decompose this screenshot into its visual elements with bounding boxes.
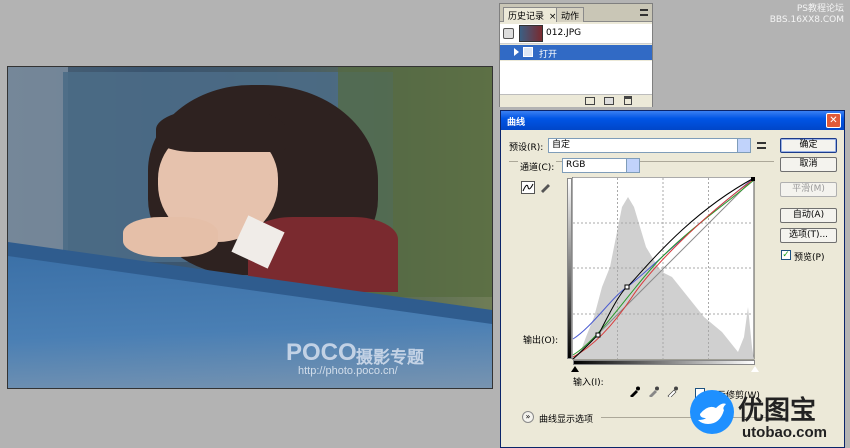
curve-point-tool-icon[interactable] bbox=[521, 181, 535, 194]
snapshot-thumbnail bbox=[519, 25, 543, 42]
black-point-slider[interactable] bbox=[571, 366, 579, 372]
preview-label: 预览(P) bbox=[794, 253, 825, 263]
history-panel: 历史记录 × 动作 012.JPG 打开 bbox=[499, 3, 653, 107]
logo-sub: utobao.com bbox=[742, 424, 827, 441]
ok-button[interactable]: 确定 bbox=[780, 138, 837, 153]
cancel-button[interactable]: 取消 bbox=[780, 157, 837, 172]
chevron-down-icon[interactable] bbox=[737, 139, 750, 152]
bg-sky bbox=[8, 67, 68, 267]
chevron-down-icon[interactable] bbox=[626, 159, 639, 172]
watermark-line1: PS教程论坛 bbox=[796, 4, 844, 14]
watermark-line2: BBS.16XX8.COM bbox=[769, 15, 844, 25]
poco-url: http://photo.poco.cn/ bbox=[298, 365, 398, 377]
history-tabs: 历史记录 × 动作 bbox=[500, 4, 652, 22]
expand-chevron-icon[interactable]: » bbox=[522, 411, 534, 423]
bangs bbox=[156, 107, 286, 152]
dialog-title: 曲线 bbox=[507, 118, 526, 128]
tab-actions-label: 动作 bbox=[561, 12, 580, 22]
white-point-slider[interactable] bbox=[751, 366, 759, 372]
output-gradient-bar bbox=[567, 178, 572, 359]
smooth-button[interactable]: 平滑(M) bbox=[780, 182, 837, 197]
tab-history[interactable]: 历史记录 × bbox=[503, 7, 562, 22]
input-label: 输入(I): bbox=[573, 378, 604, 388]
hands bbox=[123, 217, 218, 257]
tab-history-label: 历史记录 bbox=[508, 12, 545, 22]
preset-select[interactable]: 自定 bbox=[548, 138, 751, 153]
new-document-from-state-icon[interactable] bbox=[585, 97, 595, 105]
close-button[interactable]: ✕ bbox=[826, 113, 841, 128]
create-snapshot-icon[interactable] bbox=[604, 97, 614, 105]
auto-button[interactable]: 自动(A) bbox=[780, 208, 837, 223]
history-list-empty bbox=[500, 61, 652, 94]
channel-select[interactable]: RGB bbox=[562, 158, 640, 173]
pencil-icon[interactable] bbox=[539, 181, 551, 193]
preset-options-icon[interactable] bbox=[757, 142, 766, 149]
history-snapshot-row[interactable]: 012.JPG bbox=[500, 24, 652, 44]
channel-value: RGB bbox=[566, 160, 586, 170]
tab-actions[interactable]: 动作 bbox=[556, 7, 585, 22]
logo-text: 优图宝 bbox=[738, 396, 817, 426]
options-button[interactable]: 选项(T)... bbox=[780, 228, 837, 243]
open-step-icon bbox=[523, 47, 533, 57]
poco-logo: POCO bbox=[286, 339, 357, 366]
utobao-logo: 优图宝 utobao.com bbox=[690, 388, 850, 448]
snapshot-source-icon[interactable] bbox=[503, 28, 514, 39]
history-step-row[interactable]: 打开 bbox=[500, 45, 652, 60]
input-gradient-bar bbox=[573, 360, 755, 365]
preset-label: 预设(R): bbox=[509, 143, 544, 153]
white-eyedropper-icon[interactable] bbox=[667, 386, 678, 399]
panel-menu-icon[interactable] bbox=[640, 9, 648, 16]
preset-value: 自定 bbox=[552, 140, 571, 150]
curve-graph[interactable] bbox=[571, 176, 758, 361]
snapshot-name: 012.JPG bbox=[546, 28, 582, 38]
output-label: 输出(O): bbox=[523, 336, 559, 346]
trash-icon[interactable] bbox=[624, 96, 632, 105]
dialog-titlebar[interactable]: 曲线 ✕ bbox=[501, 111, 844, 130]
history-state-arrow-icon bbox=[514, 48, 519, 56]
black-eyedropper-icon[interactable] bbox=[629, 386, 640, 398]
photo-canvas[interactable]: POCO 摄影专题 http://photo.poco.cn/ bbox=[7, 66, 493, 389]
gray-eyedropper-icon[interactable] bbox=[648, 386, 659, 398]
watermark: PS教程论坛 BBS.16XX8.COM bbox=[770, 4, 844, 26]
channel-label: 通道(C): bbox=[518, 160, 557, 173]
bird-icon bbox=[690, 390, 734, 434]
history-footer bbox=[500, 94, 652, 107]
history-step-label: 打开 bbox=[539, 50, 558, 60]
curve-options-label[interactable]: 曲线显示选项 bbox=[539, 412, 593, 425]
preview-checkbox[interactable]: ✓ bbox=[781, 250, 791, 260]
